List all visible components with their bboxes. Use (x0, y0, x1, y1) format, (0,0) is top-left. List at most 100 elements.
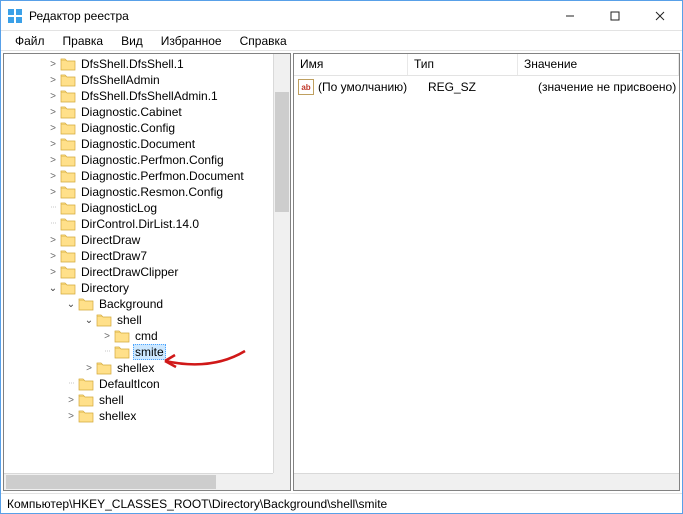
tree-item-label: shell (115, 312, 144, 328)
expander-collapsed-icon[interactable]: > (46, 107, 60, 118)
tree-scrollbar-vertical[interactable] (273, 54, 290, 473)
expander-collapsed-icon[interactable]: > (46, 267, 60, 278)
column-data[interactable]: Значение (518, 54, 679, 75)
column-type[interactable]: Тип (408, 54, 518, 75)
tree-item[interactable]: > DirectDrawClipper (6, 264, 290, 280)
status-path: Компьютер\HKEY_CLASSES_ROOT\Directory\Ba… (7, 497, 387, 511)
expander-expanded-icon[interactable]: ⌄ (64, 299, 78, 310)
statusbar: Компьютер\HKEY_CLASSES_ROOT\Directory\Ba… (1, 493, 682, 513)
expander-collapsed-icon[interactable]: > (64, 411, 78, 422)
column-name[interactable]: Имя (294, 54, 408, 75)
values-pane: Имя Тип Значение ab (По умолчанию) REG_S… (293, 53, 680, 491)
tree-guide: ⋯ (100, 349, 114, 355)
tree-item[interactable]: > Diagnostic.Cabinet (6, 104, 290, 120)
folder-icon (60, 57, 76, 71)
tree-item-label: Diagnostic.Perfmon.Config (79, 152, 226, 168)
scrollbar-thumb[interactable] (6, 475, 216, 489)
close-button[interactable] (637, 1, 682, 30)
tree-scrollbar-horizontal[interactable] (4, 473, 273, 490)
folder-icon (60, 73, 76, 87)
maximize-button[interactable] (592, 1, 637, 30)
folder-icon (60, 265, 76, 279)
expander-collapsed-icon[interactable]: > (46, 187, 60, 198)
string-value-icon: ab (298, 79, 314, 95)
expander-collapsed-icon[interactable]: > (46, 139, 60, 150)
expander-collapsed-icon[interactable]: > (64, 395, 78, 406)
titlebar: Редактор реестра (1, 1, 682, 31)
expander-collapsed-icon[interactable]: > (46, 59, 60, 70)
folder-icon (60, 281, 76, 295)
menubar: Файл Правка Вид Избранное Справка (1, 31, 682, 51)
tree-item[interactable]: ⋯smite (6, 344, 290, 360)
tree-item[interactable]: > DirectDraw7 (6, 248, 290, 264)
tree-item[interactable]: ⋯DefaultIcon (6, 376, 290, 392)
folder-icon (60, 217, 76, 231)
tree-item[interactable]: > Diagnostic.Perfmon.Document (6, 168, 290, 184)
tree-item-label: DfsShell.DfsShellAdmin.1 (79, 88, 220, 104)
tree-item-label: cmd (133, 328, 160, 344)
tree-item-label: DiagnosticLog (79, 200, 159, 216)
menu-favorites[interactable]: Избранное (153, 32, 230, 50)
expander-collapsed-icon[interactable]: > (46, 235, 60, 246)
scrollbar-corner (273, 473, 290, 490)
tree-item[interactable]: > Diagnostic.Perfmon.Config (6, 152, 290, 168)
regedit-icon (7, 8, 23, 24)
registry-tree[interactable]: > DfsShell.DfsShell.1 > DfsShellAdmin > DfsSh… (4, 54, 290, 426)
expander-collapsed-icon[interactable]: > (100, 331, 114, 342)
folder-icon (60, 233, 76, 247)
tree-item-label: DfsShell.DfsShell.1 (79, 56, 186, 72)
tree-item[interactable]: >shellex (6, 408, 290, 424)
expander-collapsed-icon[interactable]: > (46, 75, 60, 86)
folder-icon (114, 329, 130, 343)
tree-item[interactable]: > shellex (6, 360, 290, 376)
menu-edit[interactable]: Правка (55, 32, 112, 50)
tree-item[interactable]: ⌄ shell (6, 312, 290, 328)
folder-icon (60, 169, 76, 183)
tree-item[interactable]: > DfsShell.DfsShellAdmin.1 (6, 88, 290, 104)
tree-item[interactable]: >DirectDraw (6, 232, 290, 248)
menu-help[interactable]: Справка (232, 32, 295, 50)
tree-item-label: shellex (115, 360, 156, 376)
scrollbar-thumb[interactable] (275, 92, 289, 212)
tree-pane: > DfsShell.DfsShell.1 > DfsShellAdmin > DfsSh… (3, 53, 291, 491)
values-scrollbar-horizontal[interactable] (294, 473, 679, 490)
expander-collapsed-icon[interactable]: > (82, 363, 96, 374)
tree-item[interactable]: > DfsShell.DfsShell.1 (6, 56, 290, 72)
expander-expanded-icon[interactable]: ⌄ (46, 283, 60, 294)
folder-icon (60, 105, 76, 119)
tree-item[interactable]: ⌄Directory (6, 280, 290, 296)
folder-icon (60, 201, 76, 215)
tree-item[interactable]: ⌄Background (6, 296, 290, 312)
menu-file[interactable]: Файл (7, 32, 53, 50)
value-name: (По умолчанию) (318, 80, 428, 94)
tree-item-label: Diagnostic.Perfmon.Document (79, 168, 246, 184)
folder-icon (78, 393, 94, 407)
tree-item[interactable]: ⋯DiagnosticLog (6, 200, 290, 216)
tree-item[interactable]: > cmd (6, 328, 290, 344)
tree-item-label: DfsShellAdmin (79, 72, 162, 88)
folder-icon (60, 249, 76, 263)
expander-collapsed-icon[interactable]: > (46, 251, 60, 262)
expander-collapsed-icon[interactable]: > (46, 155, 60, 166)
folder-icon (78, 377, 94, 391)
tree-item-label: DirectDrawClipper (79, 264, 180, 280)
tree-item-label: DirectDraw7 (79, 248, 149, 264)
tree-item[interactable]: >shell (6, 392, 290, 408)
tree-item[interactable]: > DfsShellAdmin (6, 72, 290, 88)
tree-item[interactable]: >Diagnostic.Config (6, 120, 290, 136)
expander-collapsed-icon[interactable]: > (46, 123, 60, 134)
tree-guide: ⋯ (46, 221, 60, 227)
folder-icon (60, 153, 76, 167)
tree-item-label: Diagnostic.Cabinet (79, 104, 184, 120)
tree-item[interactable]: >Diagnostic.Resmon.Config (6, 184, 290, 200)
value-row[interactable]: ab (По умолчанию) REG_SZ (значение не пр… (294, 78, 679, 96)
expander-expanded-icon[interactable]: ⌄ (82, 315, 96, 326)
menu-view[interactable]: Вид (113, 32, 151, 50)
minimize-button[interactable] (547, 1, 592, 30)
expander-collapsed-icon[interactable]: > (46, 171, 60, 182)
tree-item[interactable]: >Diagnostic.Document (6, 136, 290, 152)
expander-collapsed-icon[interactable]: > (46, 91, 60, 102)
folder-icon (60, 89, 76, 103)
value-data: (значение не присвоено) (538, 80, 679, 94)
tree-item[interactable]: ⋯DirControl.DirList.14.0 (6, 216, 290, 232)
